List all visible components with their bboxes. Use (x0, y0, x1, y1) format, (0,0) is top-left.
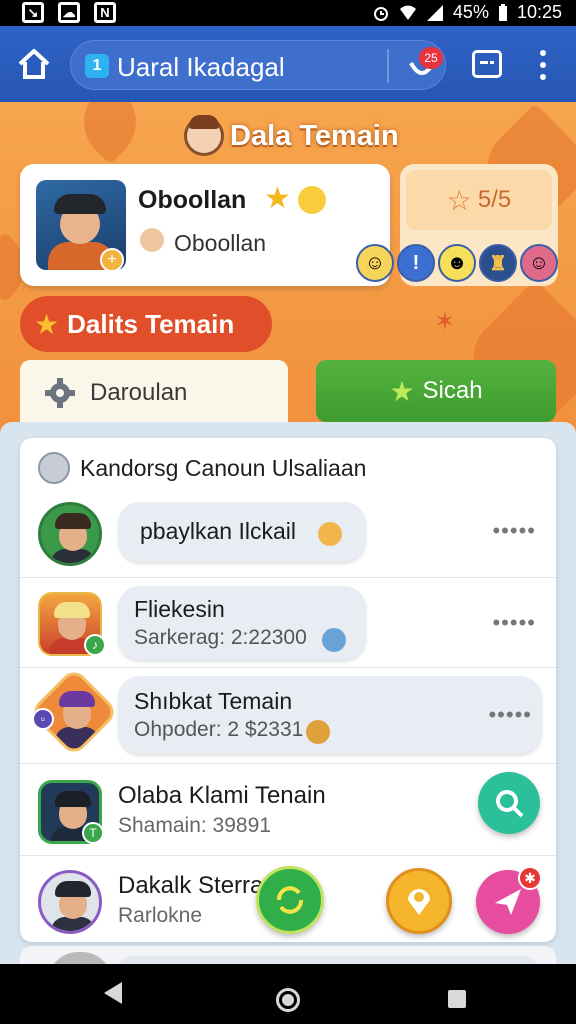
send-badge: ✱ (518, 866, 542, 890)
smile-emoji-icon (298, 186, 326, 214)
list-item-partial (20, 946, 556, 964)
sticker-icon[interactable]: ☺ (356, 244, 394, 282)
list-title: Kandorsg Canoun Ulsaliaan (80, 454, 367, 481)
contact-subtitle: Rarlokne (118, 904, 203, 927)
navigation-bar (0, 964, 576, 1024)
avatar (48, 952, 112, 964)
list-item[interactable]: T Olaba Klami Tenain Shamain: 39891 (20, 766, 556, 856)
divider (387, 49, 389, 83)
emoji-icon (318, 522, 342, 546)
wifi-icon (399, 5, 416, 20)
emoji-icon (322, 628, 346, 652)
list-item[interactable]: ▫ Shıbkat Temain Ohpoder: 2 $2331 ••••• (20, 666, 556, 764)
avatar[interactable] (38, 502, 102, 566)
send-button[interactable]: ✱ (476, 866, 542, 934)
url-text[interactable]: Uaral Ikadagal (117, 52, 285, 83)
rating-star-icon: ☆ (446, 184, 472, 216)
online-badge: T (82, 822, 104, 844)
search-icon (496, 790, 524, 818)
add-icon[interactable]: + (100, 248, 124, 272)
star-icon: ★ (34, 308, 60, 340)
sticker-icon[interactable]: ♜ (479, 244, 517, 282)
message-title: Shıbkat Temain (134, 688, 293, 714)
emoji-icon (306, 720, 330, 744)
home-nav-icon[interactable] (276, 988, 300, 1012)
star-icon: ★ (389, 375, 415, 407)
contact-name: Dakalk Sterra (118, 872, 264, 899)
message-bubble[interactable]: Fliekesin Sarkerag: 2:22300 (118, 586, 366, 660)
message-text: pbaylkan Ilckail (140, 518, 296, 544)
signal-icon (426, 4, 443, 21)
tab-daroulan[interactable]: Daroulan (20, 360, 288, 426)
section-title: Dalits Temain (67, 308, 235, 339)
clock: 10:25 (516, 2, 562, 22)
page-header: Dala Temain (184, 115, 399, 156)
profile-subtitle: Oboollan (174, 230, 267, 256)
location-button[interactable] (386, 868, 452, 934)
tab-label: Sicah (422, 377, 483, 404)
address-bar[interactable]: 1 Uaral Ikadagal 25 (70, 40, 446, 90)
tabs-button[interactable] (472, 50, 502, 78)
sticker-icon[interactable]: ☺ (520, 244, 558, 282)
site-badge: 1 (85, 54, 109, 78)
rating-value: 5/5 (477, 186, 512, 213)
badge-icon: ▫ (32, 708, 54, 730)
location-pin-icon (408, 889, 430, 915)
overflow-menu-button[interactable] (536, 50, 550, 80)
recents-icon[interactable] (448, 990, 466, 1008)
profile-card[interactable]: + Oboollan ★ Oboollan (20, 164, 390, 286)
sticker-icon[interactable]: ☻ (438, 244, 476, 282)
home-icon[interactable] (16, 47, 52, 81)
n-icon: N (94, 2, 116, 23)
online-badge: ♪ (84, 634, 106, 656)
more-options-icon[interactable]: ••••• (488, 702, 532, 728)
profile-name: Oboollan (138, 186, 247, 214)
sticker-row: ☺ ! ☻ ♜ ☺ (356, 244, 558, 282)
notification-count: 25 (419, 47, 443, 69)
list-header: Kandorsg Canoun Ulsaliaan (38, 452, 366, 484)
message-bubble[interactable]: pbaylkan Ilckail (118, 502, 366, 562)
battery-icon (498, 3, 507, 21)
search-chat-button[interactable] (478, 772, 540, 834)
avatar (38, 452, 70, 484)
tab-label: Daroulan (90, 379, 188, 406)
page-title: Dala Temain (230, 119, 399, 152)
list-item[interactable]: pbaylkan Ilckail ••••• (20, 488, 556, 578)
user-mini-icon (140, 228, 164, 252)
sticker-icon[interactable]: ! (397, 244, 435, 282)
message-bubble (118, 956, 538, 964)
paper-plane-icon (495, 889, 521, 915)
status-bar: ↘ ☁ N 45% 10:25 (0, 0, 576, 26)
back-icon[interactable] (104, 982, 122, 1004)
star-decoration-icon: ✶ (434, 306, 456, 336)
cloud-icon: ☁ (58, 2, 80, 23)
message-title: Fliekesin (134, 596, 225, 622)
tab-sicah[interactable]: ★ Sicah (316, 360, 556, 422)
refresh-icon (277, 886, 303, 914)
message-subtitle: Sarkerag: 2:22300 (134, 626, 307, 649)
main-area: Dala Temain + Oboollan ★ Oboollan ☆ 5/5 … (0, 102, 576, 964)
browser-toolbar: 1 Uaral Ikadagal 25 (0, 26, 576, 102)
battery-level: 45% (452, 2, 489, 22)
screenshot-icon: ↘ (22, 2, 44, 23)
chef-face-icon (184, 115, 224, 156)
gear-icon (45, 378, 75, 408)
more-options-icon[interactable]: ••••• (492, 518, 536, 544)
section-heading: ★ Dalits Temain (20, 296, 272, 352)
leaf-decoration (67, 102, 153, 165)
star-icon: ★ (264, 182, 291, 215)
more-options-icon[interactable]: ••••• (492, 610, 536, 636)
contact-name: Olaba Klami Tenain (118, 782, 326, 809)
list-item[interactable]: ♪ Fliekesin Sarkerag: 2:22300 ••••• (20, 578, 556, 668)
notification-button[interactable]: 25 (405, 47, 443, 83)
contact-subtitle: Shamain: 39891 (118, 814, 271, 837)
message-bubble[interactable]: Shıbkat Temain Ohpoder: 2 $2331 (118, 676, 542, 754)
rating-display: ☆ 5/5 (406, 170, 552, 230)
avatar[interactable] (38, 870, 102, 934)
refresh-button[interactable] (256, 866, 324, 934)
alarm-icon (373, 6, 388, 21)
message-subtitle: Ohpoder: 2 $2331 (134, 718, 304, 741)
